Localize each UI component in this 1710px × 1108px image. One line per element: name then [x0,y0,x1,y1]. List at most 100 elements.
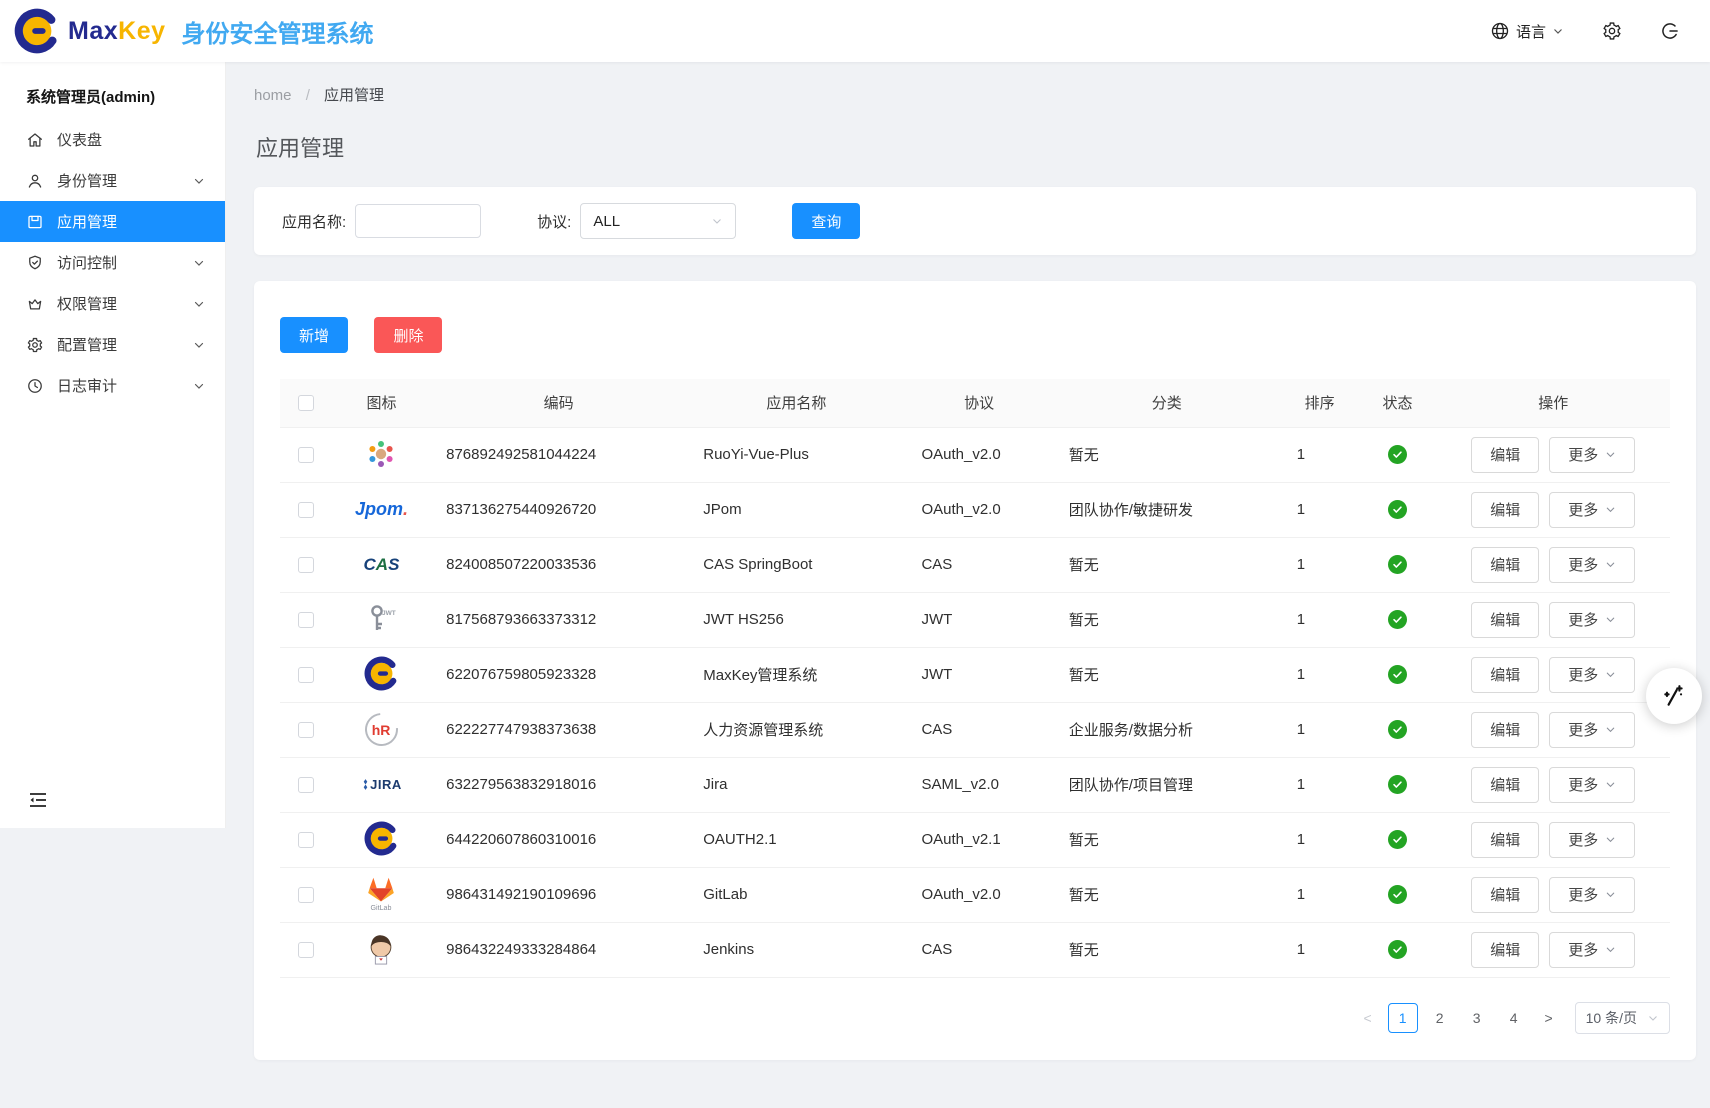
sidebar-item-apps[interactable]: 应用管理 [0,201,225,242]
page-title: 应用管理 [256,131,1696,163]
maxkey-logo-icon [14,8,60,54]
app-sort: 1 [1281,592,1359,647]
sidebar-menu: 仪表盘身份管理应用管理访问控制权限管理配置管理日志审计 [0,119,225,406]
settings-gear-icon[interactable] [1602,21,1622,41]
main-content: home / 应用管理 应用管理 应用名称: 协议: ALL 查询 新增 [226,62,1710,1108]
language-menu[interactable]: 语言 [1490,21,1564,42]
sidebar-item-label: 访问控制 [57,252,117,273]
logout-icon[interactable] [1660,21,1680,41]
row-checkbox[interactable] [298,502,314,518]
app-code: 824008507220033536 [430,537,687,592]
sidebar-item-label: 应用管理 [57,211,117,232]
magic-wand-floating-button[interactable] [1646,668,1702,724]
table-row: 986432249333284864JenkinsCAS暂无1编辑更多 [280,922,1670,977]
chevron-down-icon [193,257,205,269]
app-protocol: CAS [905,537,1052,592]
app-protocol: CAS [905,702,1052,757]
status-active-icon [1388,885,1407,904]
edit-button[interactable]: 编辑 [1471,712,1539,748]
sidebar-item-config[interactable]: 配置管理 [0,324,225,365]
select-all-checkbox[interactable] [298,395,314,411]
row-checkbox[interactable] [298,447,314,463]
maxkey-logo [364,819,399,859]
column-header: 协议 [905,379,1052,427]
app-name: Jira [687,757,905,812]
more-button[interactable]: 更多 [1549,657,1635,693]
edit-button[interactable]: 编辑 [1471,657,1539,693]
more-button[interactable]: 更多 [1549,767,1635,803]
edit-button[interactable]: 编辑 [1471,602,1539,638]
sidebar-item-access[interactable]: 访问控制 [0,242,225,283]
chevron-down-icon [193,298,205,310]
edit-button[interactable]: 编辑 [1471,492,1539,528]
page-button-4[interactable]: 4 [1499,1003,1529,1033]
chevron-down-icon [1605,504,1616,515]
row-checkbox[interactable] [298,612,314,628]
more-button[interactable]: 更多 [1549,547,1635,583]
more-button[interactable]: 更多 [1549,602,1635,638]
app-sort: 1 [1281,812,1359,867]
column-header: 图标 [333,379,430,427]
more-button[interactable]: 更多 [1549,712,1635,748]
more-button[interactable]: 更多 [1549,932,1635,968]
sidebar-item-label: 身份管理 [57,170,117,191]
breadcrumb-home[interactable]: home [254,87,292,104]
app-category: 暂无 [1053,592,1281,647]
row-checkbox[interactable] [298,942,314,958]
edit-button[interactable]: 编辑 [1471,932,1539,968]
edit-button[interactable]: 编辑 [1471,877,1539,913]
page-button-1[interactable]: 1 [1388,1003,1418,1033]
row-checkbox[interactable] [298,887,314,903]
more-button[interactable]: 更多 [1549,437,1635,473]
status-active-icon [1388,665,1407,684]
chevron-down-icon [193,380,205,392]
row-checkbox[interactable] [298,777,314,793]
page-size-select[interactable]: 10 条/页 [1575,1002,1670,1034]
row-checkbox[interactable] [298,722,314,738]
sidebar-item-label: 权限管理 [57,293,117,314]
search-button[interactable]: 查询 [792,203,860,239]
page-button-2[interactable]: 2 [1425,1003,1455,1033]
user-icon [26,172,44,190]
add-button[interactable]: 新增 [280,317,348,353]
table-panel: 新增 删除 图标编码应用名称协议分类排序状态操作 8768924925810 [254,281,1696,1060]
edit-button[interactable]: 编辑 [1471,822,1539,858]
brand-subtitle: 身份安全管理系统 [182,14,374,49]
table-row: CAS824008507220033536CAS SpringBootCAS暂无… [280,537,1670,592]
home-icon [26,131,44,149]
next-page-button[interactable]: > [1536,1003,1562,1033]
table-row: 622076759805923328MaxKey管理系统JWT暂无1编辑更多 [280,647,1670,702]
row-checkbox[interactable] [298,832,314,848]
app-name-input[interactable] [355,204,481,238]
prev-page-button[interactable]: < [1355,1003,1381,1033]
app-category: 暂无 [1053,812,1281,867]
app-name: 人力资源管理系统 [687,702,905,757]
more-button[interactable]: 更多 [1549,822,1635,858]
app-protocol: JWT [905,647,1052,702]
clock-icon [26,377,44,395]
sidebar-item-identity[interactable]: 身份管理 [0,160,225,201]
row-checkbox[interactable] [298,667,314,683]
app-category: 暂无 [1053,647,1281,702]
more-button[interactable]: 更多 [1549,492,1635,528]
status-active-icon [1388,720,1407,739]
pagination: < 1234 > 10 条/页 [280,1002,1670,1034]
chevron-down-icon [193,339,205,351]
edit-button[interactable]: 编辑 [1471,767,1539,803]
menu-fold-icon[interactable] [0,788,26,828]
language-label: 语言 [1516,21,1546,42]
app-name: RuoYi-Vue-Plus [687,427,905,482]
page-button-3[interactable]: 3 [1462,1003,1492,1033]
row-checkbox[interactable] [298,557,314,573]
protocol-select[interactable]: ALL [580,203,736,239]
more-button[interactable]: 更多 [1549,877,1635,913]
app-code: 632279563832918016 [430,757,687,812]
edit-button[interactable]: 编辑 [1471,547,1539,583]
sidebar-item-dashboard[interactable]: 仪表盘 [0,119,225,160]
breadcrumb-current: 应用管理 [324,87,384,104]
edit-button[interactable]: 编辑 [1471,437,1539,473]
chevron-down-icon [1605,559,1616,570]
sidebar-item-audit[interactable]: 日志审计 [0,365,225,406]
delete-button[interactable]: 删除 [374,317,442,353]
sidebar-item-permission[interactable]: 权限管理 [0,283,225,324]
